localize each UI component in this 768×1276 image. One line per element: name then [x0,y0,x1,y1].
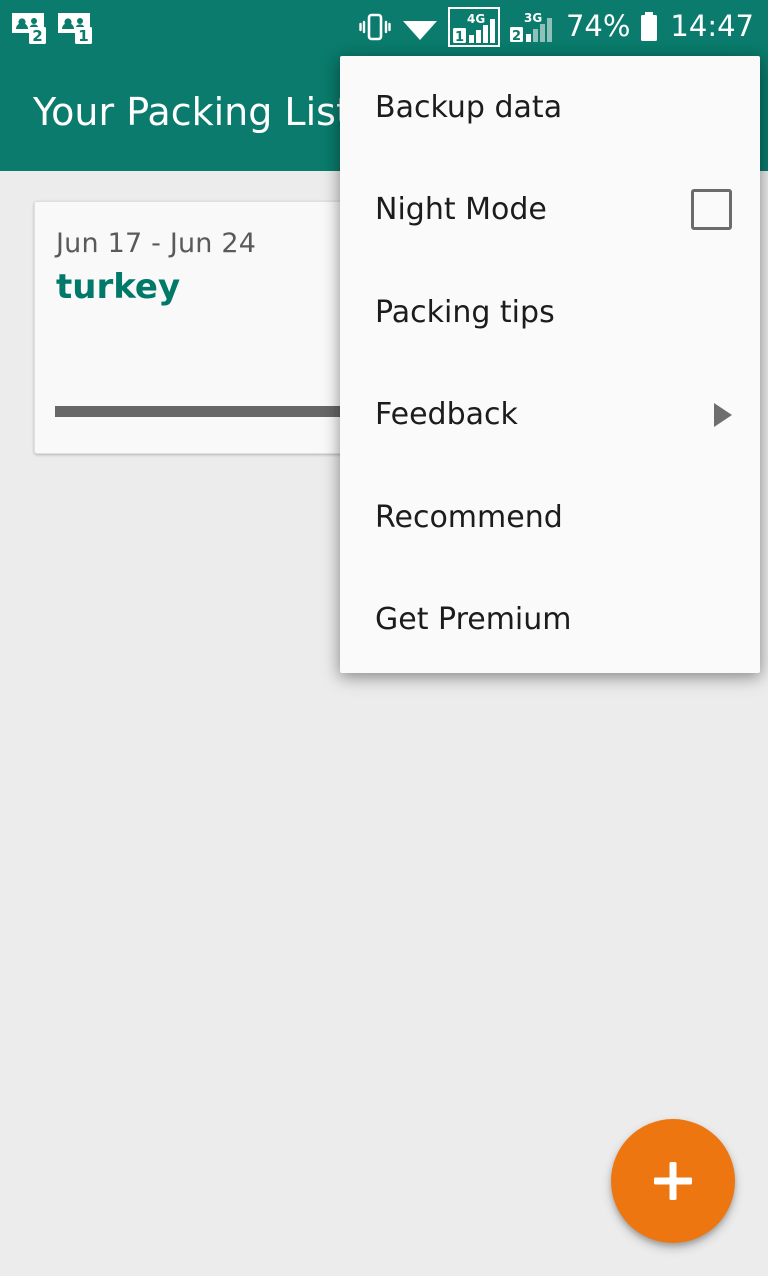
add-trip-fab[interactable] [611,1119,735,1243]
menu-item-label: Backup data [375,89,563,125]
menu-item-label: Feedback [375,397,518,433]
status-bar-notifications: 2 1 [10,10,92,45]
sim-contact-badge-icon-1: 2 [10,10,46,45]
sim1-network-label: 4G [467,12,485,26]
page-title: Your Packing List [33,90,351,134]
menu-item-label: Recommend [375,499,563,535]
status-bar-clock: 14:47 [670,9,754,43]
signal-bars-icon-sim2: 3G 2 [509,9,557,45]
battery-percent-label: 74% [565,9,631,43]
plus-icon [651,1159,695,1203]
sim-contact-badge-icon-2: 1 [56,10,92,45]
menu-item-night-mode[interactable]: Night Mode [340,159,760,262]
sim2-slot-label: 2 [512,29,521,44]
sim-badge-count-2: 1 [78,27,88,44]
sim-badge-count-1: 2 [32,27,42,44]
menu-item-label: Packing tips [375,294,555,330]
wifi-icon [401,10,439,44]
menu-item-backup-data[interactable]: Backup data [340,56,760,159]
menu-item-recommend[interactable]: Recommend [340,466,760,569]
overflow-menu[interactable]: Backup data Night Mode Packing tips Feed… [340,56,760,673]
status-bar-indicators: 4G 1 3G 2 74% 14:47 [358,6,754,47]
menu-item-label: Get Premium [375,602,572,638]
battery-icon [639,10,659,44]
status-bar: 2 1 4G 1 3G 2 74% 14:47 [0,0,768,53]
chevron-right-icon [714,402,732,427]
menu-item-feedback[interactable]: Feedback [340,364,760,467]
sim1-slot-label: 1 [455,30,464,45]
vibrate-icon [358,10,392,44]
menu-item-packing-tips[interactable]: Packing tips [340,261,760,364]
menu-item-label: Night Mode [375,192,547,228]
menu-item-trailing [714,402,732,427]
menu-item-trailing [691,189,732,231]
menu-item-get-premium[interactable]: Get Premium [340,569,760,672]
sim2-network-label: 3G [524,11,542,25]
night-mode-checkbox-icon[interactable] [691,189,732,231]
signal-bars-icon-sim1: 4G 1 [447,6,500,47]
